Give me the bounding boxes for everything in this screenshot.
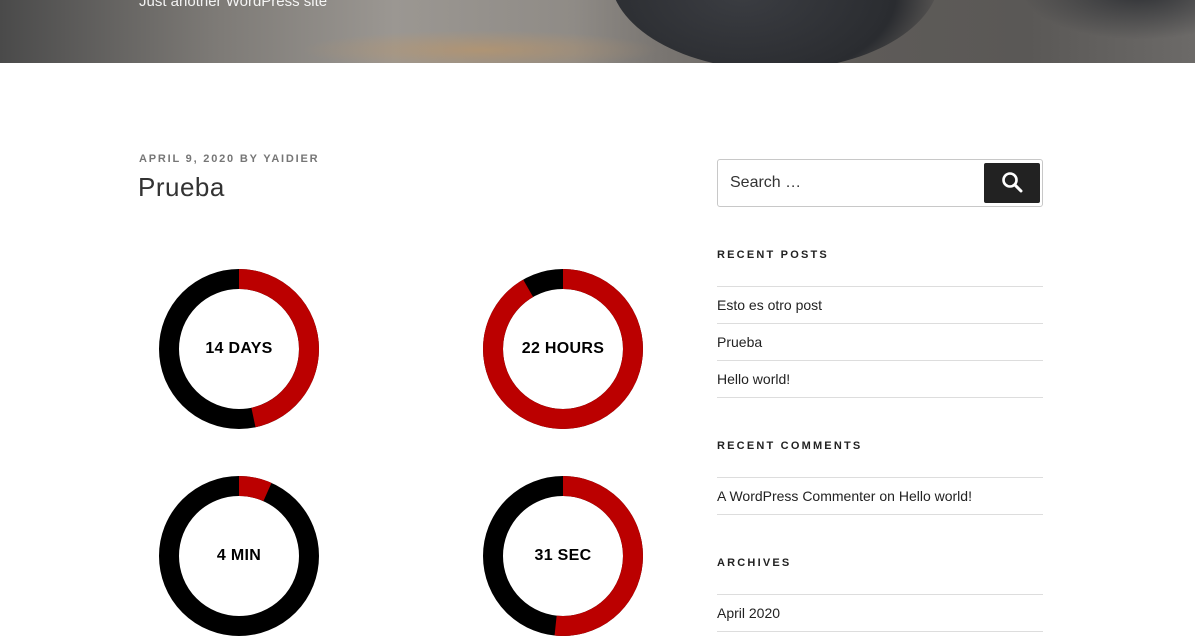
list-item: April 2020 <box>717 594 1043 632</box>
countdown-label: 4 MIN <box>216 547 262 564</box>
site-header-image: Just another WordPress site <box>0 0 1195 63</box>
recent-post-link[interactable]: Prueba <box>717 334 762 350</box>
list-item: Hello world! <box>717 360 1043 398</box>
countdown-label: 31 SEC <box>534 547 592 564</box>
list-item: A WordPress Commenter on Hello world! <box>717 477 1043 515</box>
countdown-days: 14 DAYS <box>159 269 319 429</box>
site-tagline: Just another WordPress site <box>139 0 328 10</box>
header-image-object-2 <box>1020 0 1195 40</box>
search-form <box>717 159 1043 207</box>
post-meta: April 9, 2020 by Yaidier <box>139 153 319 165</box>
list-item: Esto es otro post <box>717 286 1043 323</box>
search-button[interactable] <box>984 163 1040 203</box>
countdown-seconds: 31 SEC <box>483 476 643 636</box>
recent-posts-title: Recent Posts <box>717 249 829 261</box>
search-icon <box>1001 171 1023 196</box>
post-author-link[interactable]: Yaidier <box>263 153 319 165</box>
recent-post-link[interactable]: Hello world! <box>717 371 790 387</box>
recent-comments-title: Recent Comments <box>717 440 863 452</box>
list-item: Prueba <box>717 323 1043 360</box>
recent-posts-list: Esto es otro post Prueba Hello world! <box>717 286 1043 398</box>
header-image-highlight <box>300 30 660 63</box>
recent-post-link[interactable]: Esto es otro post <box>717 297 822 313</box>
post-meta-by: by <box>239 153 259 165</box>
archives-title: Archives <box>717 557 792 569</box>
header-image-object <box>610 0 940 63</box>
comment-author-link[interactable]: A WordPress Commenter <box>717 488 875 504</box>
comment-on-text: on <box>879 488 895 504</box>
post-title: Prueba <box>138 172 225 202</box>
post-date-link[interactable]: April 9, 2020 <box>139 153 235 165</box>
countdown-label: 22 HOURS <box>521 340 605 357</box>
recent-comments-list: A WordPress Commenter on Hello world! <box>717 477 1043 515</box>
search-input[interactable] <box>718 160 968 206</box>
comment-post-link[interactable]: Hello world! <box>899 488 972 504</box>
archives-list: April 2020 <box>717 594 1043 632</box>
countdown-minutes: 4 MIN <box>159 476 319 636</box>
countdown-hours: 22 HOURS <box>483 269 643 429</box>
archive-link[interactable]: April 2020 <box>717 605 780 621</box>
countdown-label: 14 DAYS <box>205 340 273 357</box>
